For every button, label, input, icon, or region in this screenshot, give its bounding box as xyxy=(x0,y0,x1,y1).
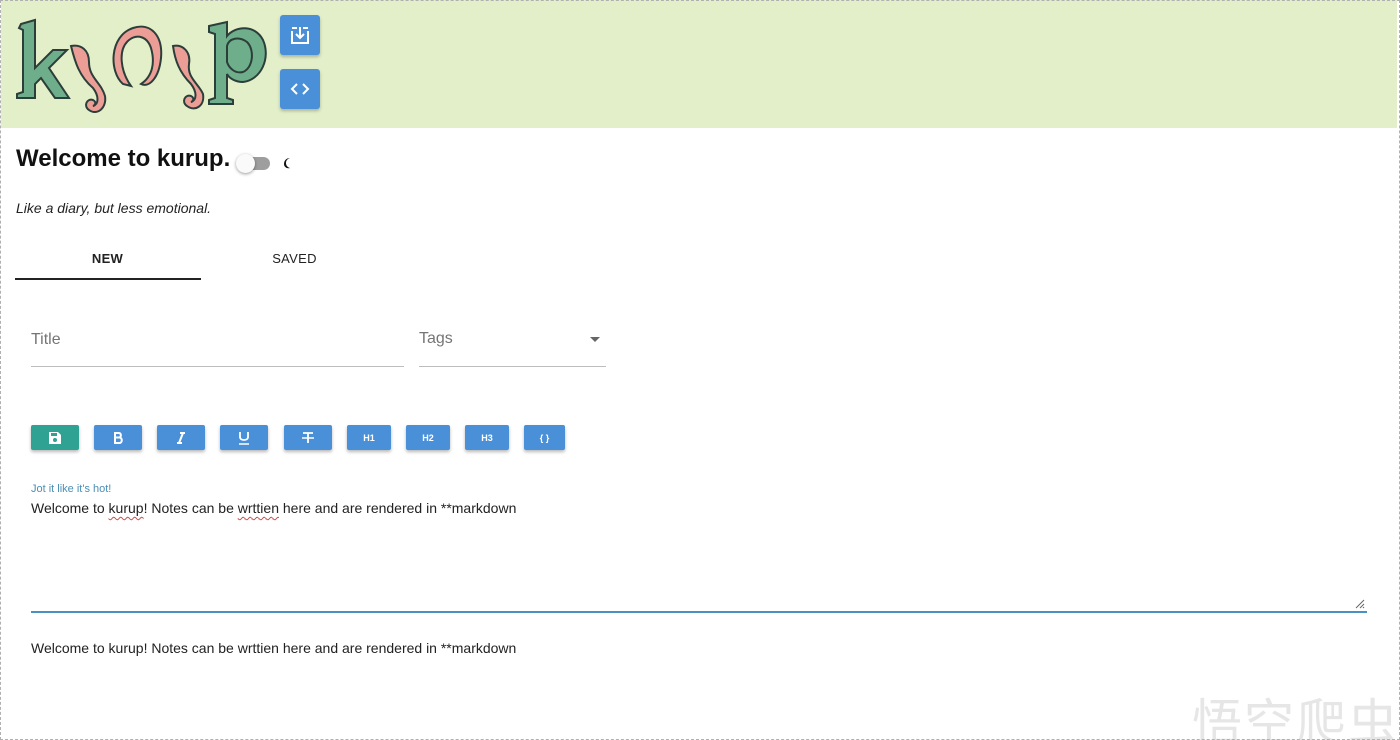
code-icon xyxy=(290,83,310,95)
h1-label: H1 xyxy=(363,432,375,443)
toggle-thumb xyxy=(236,154,255,173)
tab-new[interactable]: NEW xyxy=(15,236,200,280)
h2-label: H2 xyxy=(422,432,434,443)
title-field[interactable] xyxy=(31,318,404,367)
title-input[interactable] xyxy=(31,328,404,352)
logo-graphic xyxy=(16,18,267,114)
code-block-button[interactable]: { } xyxy=(524,425,565,450)
italic-button[interactable] xyxy=(157,425,205,450)
moon-icon xyxy=(284,158,290,169)
save-note-button[interactable] xyxy=(31,425,79,450)
note-editor-textarea[interactable]: Welcome to kurup! Notes can be wrttien h… xyxy=(31,498,1367,613)
bold-icon xyxy=(114,431,123,444)
editor-text-segment: ! Notes can be xyxy=(143,500,238,516)
tab-saved[interactable]: SAVED xyxy=(202,236,387,280)
strikethrough-icon xyxy=(302,431,314,443)
italic-icon xyxy=(177,431,185,444)
dark-mode-toggle[interactable] xyxy=(236,153,272,173)
save-icon xyxy=(49,431,61,444)
h3-label: H3 xyxy=(481,432,493,443)
markdown-preview: Welcome to kurup! Notes can be wrttien h… xyxy=(31,640,517,656)
heading-3-button[interactable]: H3 xyxy=(465,425,509,450)
app-header xyxy=(1,0,1397,128)
spellcheck-word: wrttien xyxy=(237,500,279,516)
resize-handle-icon[interactable] xyxy=(1353,597,1365,609)
heading-1-button[interactable]: H1 xyxy=(347,425,391,450)
strikethrough-button[interactable] xyxy=(284,425,332,450)
editor-text-segment: here and are rendered in **markdown xyxy=(278,500,517,516)
embed-code-button[interactable] xyxy=(280,69,320,109)
spellcheck-word: kurup xyxy=(108,500,144,516)
editor-text-segment: Welcome to xyxy=(31,500,109,516)
tagline: Like a diary, but less emotional. xyxy=(16,200,212,216)
heading-2-button[interactable]: H2 xyxy=(406,425,450,450)
caret-down-icon xyxy=(590,337,600,342)
code-label: { } xyxy=(539,432,550,443)
tags-label: Tags xyxy=(419,330,453,347)
active-tab-indicator xyxy=(15,278,201,280)
watermark: 悟空爬虫 xyxy=(1192,694,1400,740)
editor-label: Jot it like it's hot! xyxy=(31,483,112,495)
tags-select[interactable]: Tags xyxy=(419,318,606,367)
bold-button[interactable] xyxy=(94,425,142,450)
download-box-icon xyxy=(291,27,309,44)
underline-icon xyxy=(239,431,249,445)
underline-button[interactable] xyxy=(220,425,268,450)
kurup-logo xyxy=(13,6,271,118)
page-title: Welcome to kurup. xyxy=(16,145,231,172)
editor-content: Welcome to kurup! Notes can be wrttien h… xyxy=(31,500,516,516)
export-button[interactable] xyxy=(280,15,320,55)
